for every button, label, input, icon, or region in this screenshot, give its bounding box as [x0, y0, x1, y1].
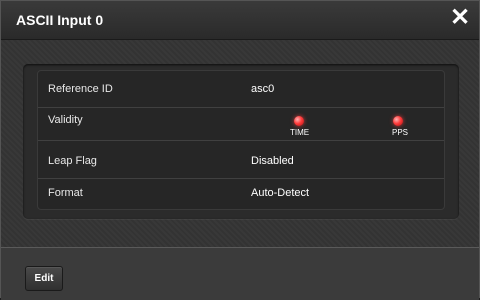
close-icon[interactable]: ✕ — [447, 5, 473, 31]
leap-flag-label: Leap Flag — [48, 155, 97, 167]
leap-flag-value: Disabled — [251, 155, 294, 167]
details-table: Reference ID asc0 Validity TIME PPS Leap… — [37, 70, 445, 210]
time-status-label: TIME — [290, 128, 310, 137]
dialog-header: ASCII Input 0 ✕ — [1, 1, 479, 40]
pps-status-led-icon — [393, 116, 403, 126]
reference-id-label: Reference ID — [48, 83, 113, 95]
validity-label: Validity — [48, 114, 83, 126]
dialog-footer: Edit — [1, 247, 479, 300]
dialog-title: ASCII Input 0 — [16, 12, 104, 28]
row-format: Format Auto-Detect — [38, 179, 444, 209]
edit-button[interactable]: Edit — [25, 266, 63, 291]
time-status-led-icon — [294, 116, 304, 126]
row-reference-id: Reference ID asc0 — [38, 71, 444, 108]
ascii-input-dialog: ASCII Input 0 ✕ Reference ID asc0 Validi… — [0, 0, 480, 300]
format-label: Format — [48, 187, 83, 199]
row-validity: Validity TIME PPS — [38, 108, 444, 141]
details-panel: Reference ID asc0 Validity TIME PPS Leap… — [23, 64, 459, 219]
pps-status-label: PPS — [392, 128, 409, 137]
reference-id-value: asc0 — [251, 83, 275, 95]
format-value: Auto-Detect — [251, 187, 310, 199]
row-leap-flag: Leap Flag Disabled — [38, 141, 444, 179]
